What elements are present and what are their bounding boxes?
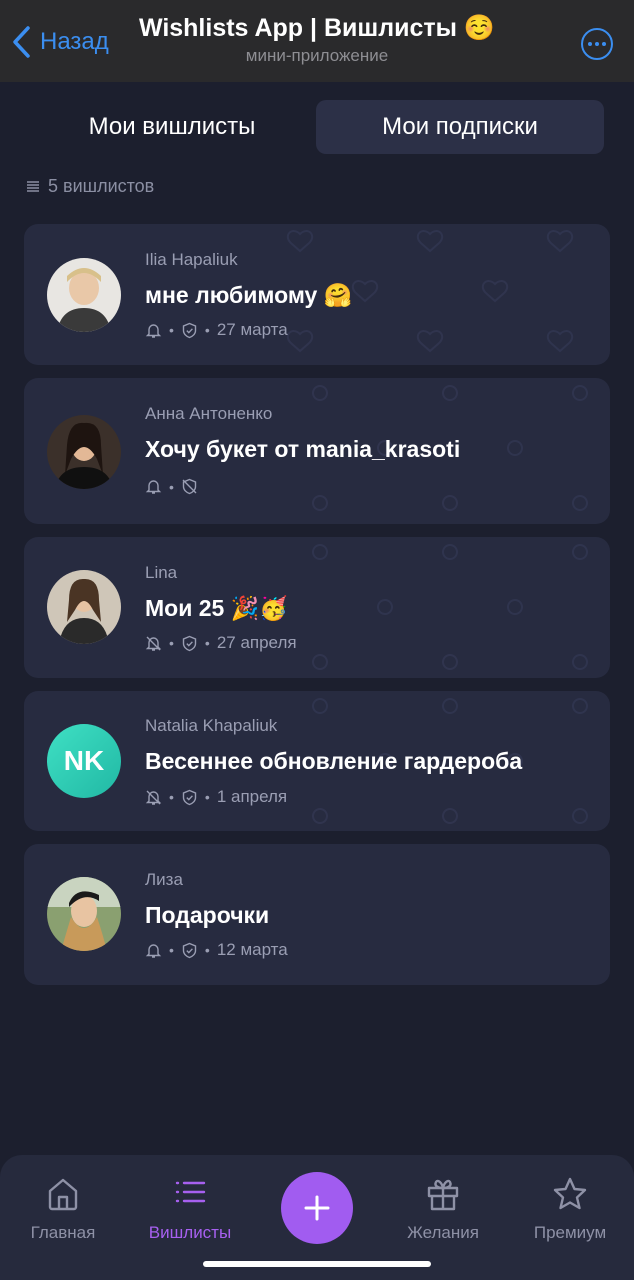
back-button[interactable]: Назад <box>10 24 109 60</box>
more-options-button[interactable] <box>581 28 613 60</box>
nav-home[interactable]: Главная <box>3 1175 123 1243</box>
gift-icon <box>427 1179 459 1211</box>
wishlist-count-label: 5 вишлистов <box>48 176 155 196</box>
wishlist-card[interactable]: Лиза Подарочки • • 12 марта <box>24 844 610 985</box>
shield-off-icon <box>182 478 197 495</box>
wishlist-card[interactable]: Анна Антоненко Хочу букет от mania_kraso… <box>24 378 610 524</box>
tabs: Мои вишлисты Мои подписки <box>28 100 604 154</box>
wishlist-meta: • • 27 апреля <box>145 633 297 653</box>
bell-off-icon <box>145 636 162 651</box>
avatar: NK <box>47 724 121 798</box>
wishlist-meta: • • 27 марта <box>145 320 288 340</box>
wishlist-title: мне любимому 🤗 <box>145 282 353 308</box>
avatar <box>47 415 121 489</box>
owner-name: Анна Антоненко <box>145 404 273 423</box>
nav-wishlists[interactable]: Вишлисты <box>130 1175 250 1243</box>
shield-icon <box>182 322 197 338</box>
wishlist-meta: • <box>145 478 198 495</box>
wishlist-title: Мои 25 🎉🥳 <box>145 595 288 621</box>
owner-name: Ilia Hapaliuk <box>145 250 238 269</box>
nav-home-label: Главная <box>30 1223 96 1242</box>
plus-icon <box>304 1195 330 1221</box>
avatar-initials: NK <box>63 745 105 776</box>
wishlist-title: Весеннее обновление гардероба <box>145 748 523 774</box>
owner-name: Lina <box>145 563 178 582</box>
wishlist-meta: • • 1 апреля <box>145 787 287 807</box>
nav-wishes[interactable]: Желания <box>383 1175 503 1243</box>
chevron-left-icon <box>13 26 30 58</box>
wishlist-card[interactable]: NK Natalia Khapaliuk Весеннее обновление… <box>24 691 610 831</box>
wishlist-title: Подарочки <box>145 902 270 928</box>
shield-icon <box>182 942 197 958</box>
bell-icon <box>145 943 162 958</box>
avatar <box>47 877 121 951</box>
owner-name: Лиза <box>145 870 183 889</box>
dot-icon <box>602 42 606 46</box>
dot-icon <box>595 42 599 46</box>
add-button[interactable] <box>281 1172 353 1244</box>
tab-my-wishlists[interactable]: Мои вишлисты <box>28 100 316 154</box>
wishlist-title: Хочу букет от mania_krasoti <box>145 436 461 462</box>
wishlist-date: 27 апреля <box>216 633 297 652</box>
nav-premium-label: Премиум <box>533 1223 607 1242</box>
wishlist-card[interactable]: Ilia Hapaliuk мне любимому 🤗 • • 27 март… <box>24 224 610 365</box>
list-icon <box>175 1181 206 1203</box>
wishlist-date: 1 апреля <box>216 787 288 806</box>
avatar <box>47 258 121 332</box>
header-bar: Назад Wishlists App | Вишлисты ☺️ мини-п… <box>0 0 634 82</box>
wishlist-card[interactable]: Lina Мои 25 🎉🥳 • • 27 апреля <box>24 537 610 678</box>
shield-icon <box>182 789 197 805</box>
dot-icon <box>588 42 592 46</box>
home-icon <box>48 1178 78 1211</box>
shield-icon <box>182 635 197 651</box>
wishlist-meta: • • 12 марта <box>145 940 288 960</box>
bell-icon <box>145 480 162 494</box>
bell-icon <box>145 323 162 338</box>
star-icon <box>553 1177 587 1210</box>
back-label: Назад <box>40 28 109 55</box>
list-icon <box>27 180 39 192</box>
avatar <box>47 570 121 644</box>
nav-wishes-label: Желания <box>407 1223 479 1242</box>
bell-off-icon <box>145 790 162 805</box>
wishlist-date: 27 марта <box>216 320 288 339</box>
sun-pattern <box>312 544 588 670</box>
wishlist-date: 12 марта <box>216 940 288 959</box>
tab-my-subscriptions[interactable]: Мои подписки <box>316 100 604 154</box>
owner-name: Natalia Khapaliuk <box>145 716 278 735</box>
home-indicator <box>203 1261 431 1267</box>
nav-premium[interactable]: Премиум <box>510 1175 630 1243</box>
wishlist-count: 5 вишлистов <box>26 176 154 197</box>
nav-wishlists-label: Вишлисты <box>148 1223 232 1242</box>
